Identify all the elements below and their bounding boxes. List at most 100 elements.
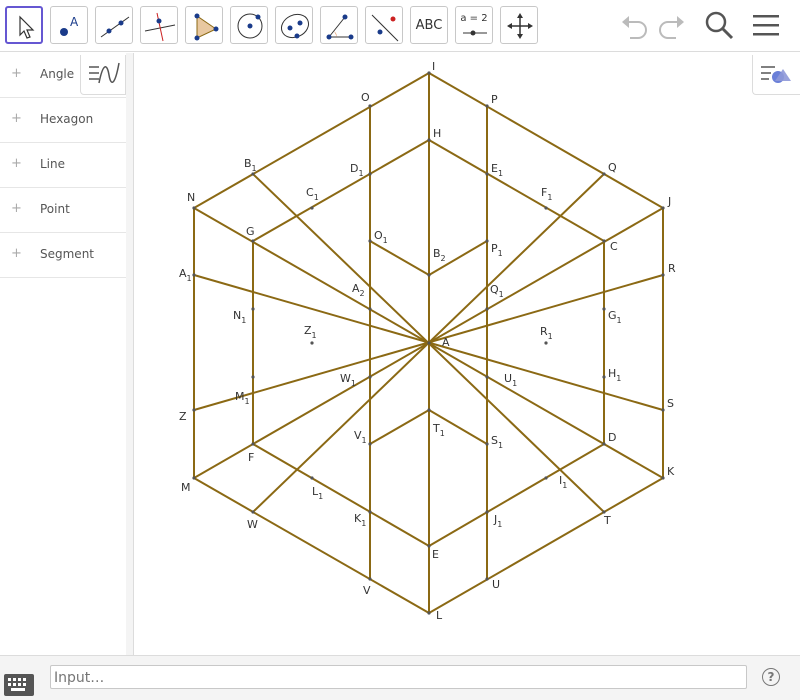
point-I1[interactable] (544, 476, 548, 480)
expand-icon[interactable]: + (11, 112, 22, 125)
point-K[interactable] (661, 476, 665, 480)
algebra-category-hexagon[interactable]: + Hexagon (0, 98, 126, 143)
hexagon-construction[interactable]: I P O H Q J B1 D1 E1 F1 C1 N G O1 B2 P1 C R A1 A2 Q1 G1 N1 Z1 R1… (134, 53, 800, 655)
undo-icon[interactable] (618, 8, 650, 42)
point-label-H1: H1 (608, 367, 621, 383)
point-H[interactable] (427, 138, 431, 142)
point-U1[interactable] (485, 375, 489, 379)
point-P[interactable] (485, 104, 489, 108)
point-Z[interactable] (192, 408, 196, 412)
segment[interactable] (428, 139, 605, 242)
point-U[interactable] (485, 577, 489, 581)
hamburger-menu-icon[interactable] (750, 8, 782, 42)
point-P1[interactable] (485, 239, 489, 243)
graphics-view[interactable]: I P O H Q J B1 D1 E1 F1 C1 N G O1 B2 P1 C R A1 A2 Q1 G1 N1 Z1 R1… (134, 53, 800, 655)
expand-icon[interactable]: + (11, 67, 22, 80)
expand-icon[interactable]: + (11, 247, 22, 260)
point-C1[interactable] (310, 206, 314, 210)
point-C[interactable] (602, 239, 606, 243)
point-Q1[interactable] (485, 307, 489, 311)
segment[interactable] (252, 139, 430, 242)
ellipse-tool[interactable] (275, 6, 313, 44)
search-icon[interactable] (702, 8, 736, 42)
algebra-category-line[interactable]: + Line (0, 143, 126, 188)
point-B2[interactable] (427, 273, 431, 277)
point-W[interactable] (251, 510, 255, 514)
point-F[interactable] (251, 442, 255, 446)
point-I[interactable] (427, 71, 431, 75)
move-graphics-tool[interactable] (500, 6, 538, 44)
point-V[interactable] (368, 577, 372, 581)
segment[interactable] (369, 409, 430, 445)
point-label-R1: R1 (540, 325, 553, 341)
angle-tool[interactable] (320, 6, 358, 44)
point-S[interactable] (661, 408, 665, 412)
point-V1[interactable] (368, 442, 372, 446)
point-A1[interactable] (192, 273, 196, 277)
point-G[interactable] (251, 239, 255, 243)
point-O1[interactable] (368, 239, 372, 243)
point-A[interactable] (427, 341, 431, 345)
point-tool[interactable]: A (50, 6, 88, 44)
point-label-S1: S1 (491, 434, 503, 450)
expand-icon[interactable]: + (11, 202, 22, 215)
point-D[interactable] (602, 442, 606, 446)
point-M1[interactable] (251, 375, 255, 379)
point-S1[interactable] (485, 442, 489, 446)
algebra-category-point[interactable]: + Point (0, 188, 126, 233)
point-H1[interactable] (602, 375, 606, 379)
point-label-R: R (668, 262, 676, 275)
point-O[interactable] (368, 104, 372, 108)
point-label-T1: T1 (432, 422, 445, 438)
point-A2[interactable] (368, 307, 372, 311)
text-tool[interactable]: ABC (410, 6, 448, 44)
point-J1[interactable] (485, 510, 489, 514)
point-Q[interactable] (602, 172, 606, 176)
perpendicular-line-tool[interactable] (140, 6, 178, 44)
point-Z1[interactable] (310, 341, 314, 345)
point-G1[interactable] (602, 307, 606, 311)
point-label-G1: G1 (608, 309, 622, 325)
category-label: Line (40, 157, 66, 171)
point-T1[interactable] (427, 408, 431, 412)
help-icon[interactable]: ? (762, 668, 780, 686)
move-tool[interactable] (5, 6, 43, 44)
point-L[interactable] (427, 611, 431, 615)
segment[interactable] (193, 477, 430, 614)
view-divider[interactable] (126, 53, 134, 655)
point-N1[interactable] (251, 307, 255, 311)
point-label-E: E (432, 548, 439, 561)
redo-icon[interactable] (656, 8, 688, 42)
circle-tool[interactable] (230, 6, 268, 44)
segment[interactable] (428, 443, 605, 547)
point-D1[interactable] (368, 172, 372, 176)
keyboard-icon[interactable] (4, 674, 34, 696)
graphics-style-button[interactable] (752, 55, 800, 95)
point-E1[interactable] (485, 172, 489, 176)
line-tool[interactable] (95, 6, 133, 44)
algebra-input[interactable] (50, 665, 747, 689)
point-E[interactable] (427, 544, 431, 548)
point-J[interactable] (661, 206, 665, 210)
point-F1[interactable] (544, 206, 548, 210)
point-N[interactable] (192, 206, 196, 210)
point-label-T: T (603, 514, 611, 527)
point-R[interactable] (661, 273, 665, 277)
segment[interactable] (428, 477, 664, 614)
point-R1[interactable] (544, 341, 548, 345)
circle-with-center-icon (237, 13, 263, 39)
point-M[interactable] (192, 476, 196, 480)
polygon-tool[interactable] (185, 6, 223, 44)
point-L1[interactable] (310, 476, 314, 480)
point-K1[interactable] (368, 510, 372, 514)
algebra-category-segment[interactable]: + Segment (0, 233, 126, 278)
input-bar: ? (0, 655, 800, 700)
segment[interactable] (369, 240, 430, 276)
angle-icon (326, 14, 354, 40)
reflect-tool[interactable] (365, 6, 403, 44)
expand-icon[interactable]: + (11, 157, 22, 170)
algebra-style-button[interactable] (80, 55, 126, 95)
segment[interactable] (252, 443, 430, 547)
point-W1[interactable] (368, 375, 372, 379)
slider-tool[interactable]: a = 2 (455, 6, 493, 44)
